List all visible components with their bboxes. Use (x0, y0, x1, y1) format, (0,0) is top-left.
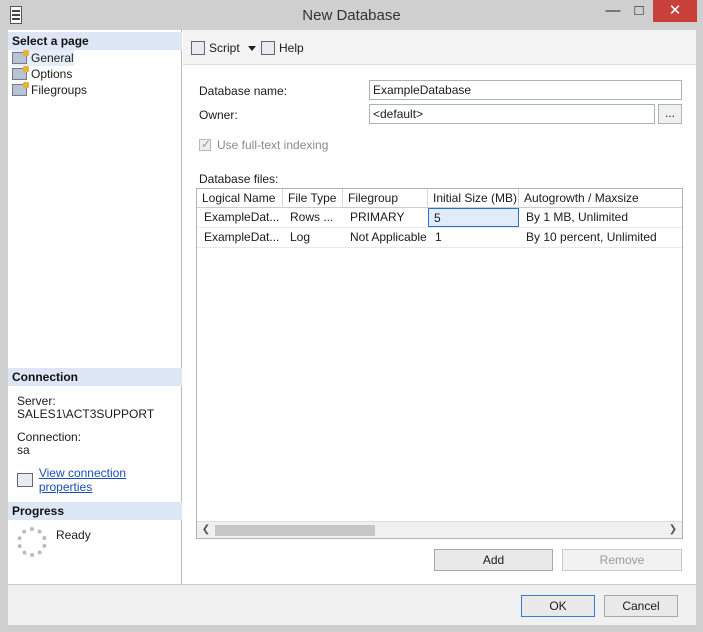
connection-properties-icon (17, 473, 33, 487)
database-name-input[interactable]: ExampleDatabase (369, 80, 682, 100)
script-label: Script (209, 41, 240, 55)
page-item-filegroups[interactable]: Filegroups (12, 82, 87, 98)
scroll-left-icon[interactable]: ❮ (199, 523, 213, 537)
filegroup-cell[interactable]: Not Applicable (345, 228, 428, 247)
fulltext-row: Use full-text indexing (199, 137, 329, 152)
page-icon (12, 50, 29, 64)
owner-input[interactable]: <default> (369, 104, 655, 124)
page-item-label: Filegroups (31, 83, 88, 97)
database-files-label: Database files: (199, 172, 279, 186)
file-type-cell[interactable]: Log (285, 228, 343, 247)
file-type-cell[interactable]: Rows ... (285, 208, 343, 227)
progress-spinner-icon (17, 527, 47, 557)
view-connection-row: View connection properties (17, 466, 181, 494)
connection-label: Connection: (17, 430, 82, 444)
initial-size-cell[interactable]: 1 (430, 228, 519, 247)
new-database-window: New Database — □ ✕ Select a page General… (0, 0, 703, 632)
window-title: New Database (302, 7, 401, 24)
scrollbar-thumb[interactable] (215, 525, 375, 536)
autogrowth-cell[interactable]: By 10 percent, Unlimited (521, 228, 682, 247)
table-row[interactable]: ExampleDat... Rows ... PRIMARY 5 By 1 MB… (197, 208, 682, 228)
page-icon (12, 82, 29, 96)
chevron-down-icon[interactable] (247, 45, 256, 51)
minimize-button[interactable]: — (600, 0, 626, 22)
page-item-label: Options (31, 67, 73, 81)
script-icon (191, 41, 205, 55)
page-icon (12, 66, 29, 80)
column-header-file-type[interactable]: File Type (283, 189, 343, 208)
connection-header: Connection (8, 368, 182, 386)
table-row[interactable]: ExampleDat... Log Not Applicable 1 By 10… (197, 228, 682, 248)
cancel-button[interactable]: Cancel (604, 595, 678, 617)
maximize-button[interactable]: □ (626, 0, 652, 22)
ok-button[interactable]: OK (521, 595, 595, 617)
logical-name-cell[interactable]: ExampleDat... (199, 228, 283, 247)
logical-name-cell[interactable]: ExampleDat... (199, 208, 283, 227)
column-header-filegroup[interactable]: Filegroup (343, 189, 428, 208)
page-item-options[interactable]: Options (12, 66, 72, 82)
view-connection-properties-link[interactable]: View connection properties (39, 466, 181, 494)
select-page-header: Select a page (8, 32, 182, 50)
owner-label: Owner: (199, 108, 238, 122)
column-header-logical-name[interactable]: Logical Name (197, 189, 283, 208)
filegroup-cell[interactable]: PRIMARY (345, 208, 428, 227)
server-value: SALES1\ACT3SUPPORT (17, 407, 155, 421)
grid-header: Logical Name File Type Filegroup Initial… (197, 189, 682, 208)
dialog-client: Select a page General Options Filegroups… (8, 30, 696, 625)
script-button[interactable]: Script (191, 40, 256, 56)
add-button[interactable]: Add (434, 549, 553, 571)
left-panel: Select a page General Options Filegroups… (8, 30, 182, 584)
connection-value: sa (17, 443, 30, 457)
fulltext-label: Use full-text indexing (217, 138, 329, 152)
database-files-grid[interactable]: Logical Name File Type Filegroup Initial… (196, 188, 683, 539)
close-button[interactable]: ✕ (653, 0, 697, 22)
initial-size-cell[interactable]: 5 (428, 208, 519, 227)
fulltext-checkbox[interactable] (199, 137, 211, 151)
page-item-general[interactable]: General (12, 50, 74, 66)
help-label: Help (279, 41, 304, 55)
page-item-label: General (31, 51, 74, 65)
remove-button[interactable]: Remove (562, 549, 682, 571)
help-button[interactable]: Help (261, 40, 304, 56)
autogrowth-cell[interactable]: By 1 MB, Unlimited (521, 208, 682, 227)
column-header-autogrowth[interactable]: Autogrowth / Maxsize (519, 189, 682, 208)
toolbar: Script Help (183, 30, 696, 65)
column-header-initial-size[interactable]: Initial Size (MB) (428, 189, 519, 208)
help-icon (261, 41, 275, 55)
dialog-footer: OK Cancel (8, 584, 696, 625)
right-panel: Script Help Database name: ExampleDataba… (183, 30, 696, 584)
progress-status: Ready (56, 528, 91, 542)
server-label: Server: (17, 394, 56, 408)
horizontal-scrollbar[interactable]: ❮ ❯ (197, 521, 682, 538)
database-name-label: Database name: (199, 84, 288, 98)
owner-browse-button[interactable]: ... (658, 104, 682, 124)
title-bar[interactable]: New Database — □ ✕ (0, 0, 703, 30)
progress-header: Progress (8, 502, 182, 520)
scroll-right-icon[interactable]: ❯ (666, 523, 680, 537)
